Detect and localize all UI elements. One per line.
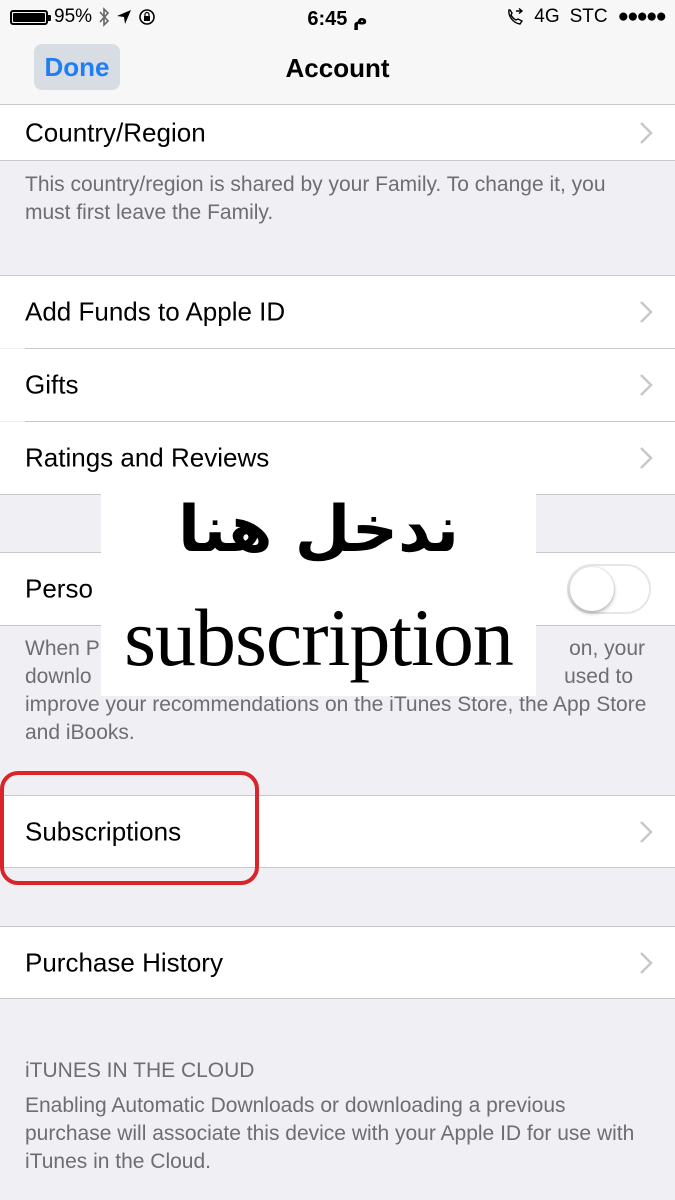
annotation-english-text: subscription <box>124 592 514 683</box>
country-region-row[interactable]: Country/Region <box>0 105 675 160</box>
note-fragment: improve your recommendations on the iTun… <box>25 693 647 744</box>
annotation-overlay: ندخل هنا subscription <box>101 491 536 696</box>
chevron-right-icon <box>640 301 653 323</box>
page-title: Account <box>285 53 390 83</box>
gifts-label: Gifts <box>25 369 79 400</box>
note-fragment: on, your <box>569 637 645 660</box>
add-funds-label: Add Funds to Apple ID <box>25 296 286 327</box>
note-fragment: When P <box>25 637 100 660</box>
annotation-arabic-text: ندخل هنا <box>177 493 460 567</box>
purchase-history-label: Purchase History <box>25 947 223 977</box>
navigation-bar: Done Account <box>0 36 675 105</box>
divider <box>0 160 675 161</box>
itunes-cloud-note: Enabling Automatic Downloads or download… <box>25 1094 635 1173</box>
status-right: 4G STC ●●●●● <box>506 6 667 28</box>
itunes-cloud-header: iTUNES IN THE CLOUD <box>25 1059 255 1082</box>
divider <box>0 998 675 999</box>
purchase-history-row[interactable]: Purchase History <box>0 927 675 998</box>
call-forwarding-icon <box>508 8 524 25</box>
subscriptions-highlight-box <box>0 771 259 885</box>
chevron-right-icon <box>640 374 653 396</box>
gifts-row[interactable]: Gifts <box>0 349 675 421</box>
status-bar: 95% 6:45 م 4G STC ●●●●● <box>0 0 675 36</box>
personalized-toggle[interactable] <box>567 564 651 614</box>
chevron-right-icon <box>640 121 653 144</box>
toggle-knob <box>570 567 614 611</box>
ratings-reviews-row[interactable]: Ratings and Reviews <box>0 422 675 494</box>
note-fragment: downlo <box>25 665 92 688</box>
add-funds-row[interactable]: Add Funds to Apple ID <box>0 276 675 348</box>
country-region-label: Country/Region <box>25 117 206 147</box>
chevron-right-icon <box>640 820 653 843</box>
personalized-label: Perso <box>25 573 93 604</box>
network-type: 4G <box>534 6 560 27</box>
family-note: This country/region is shared by your Fa… <box>25 173 606 224</box>
carrier-name: STC <box>569 6 608 27</box>
chevron-right-icon <box>640 951 653 974</box>
ratings-reviews-label: Ratings and Reviews <box>25 442 270 473</box>
note-fragment: used to <box>564 665 633 688</box>
signal-strength-icon: ●●●●● <box>617 6 667 27</box>
chevron-right-icon <box>640 447 653 469</box>
